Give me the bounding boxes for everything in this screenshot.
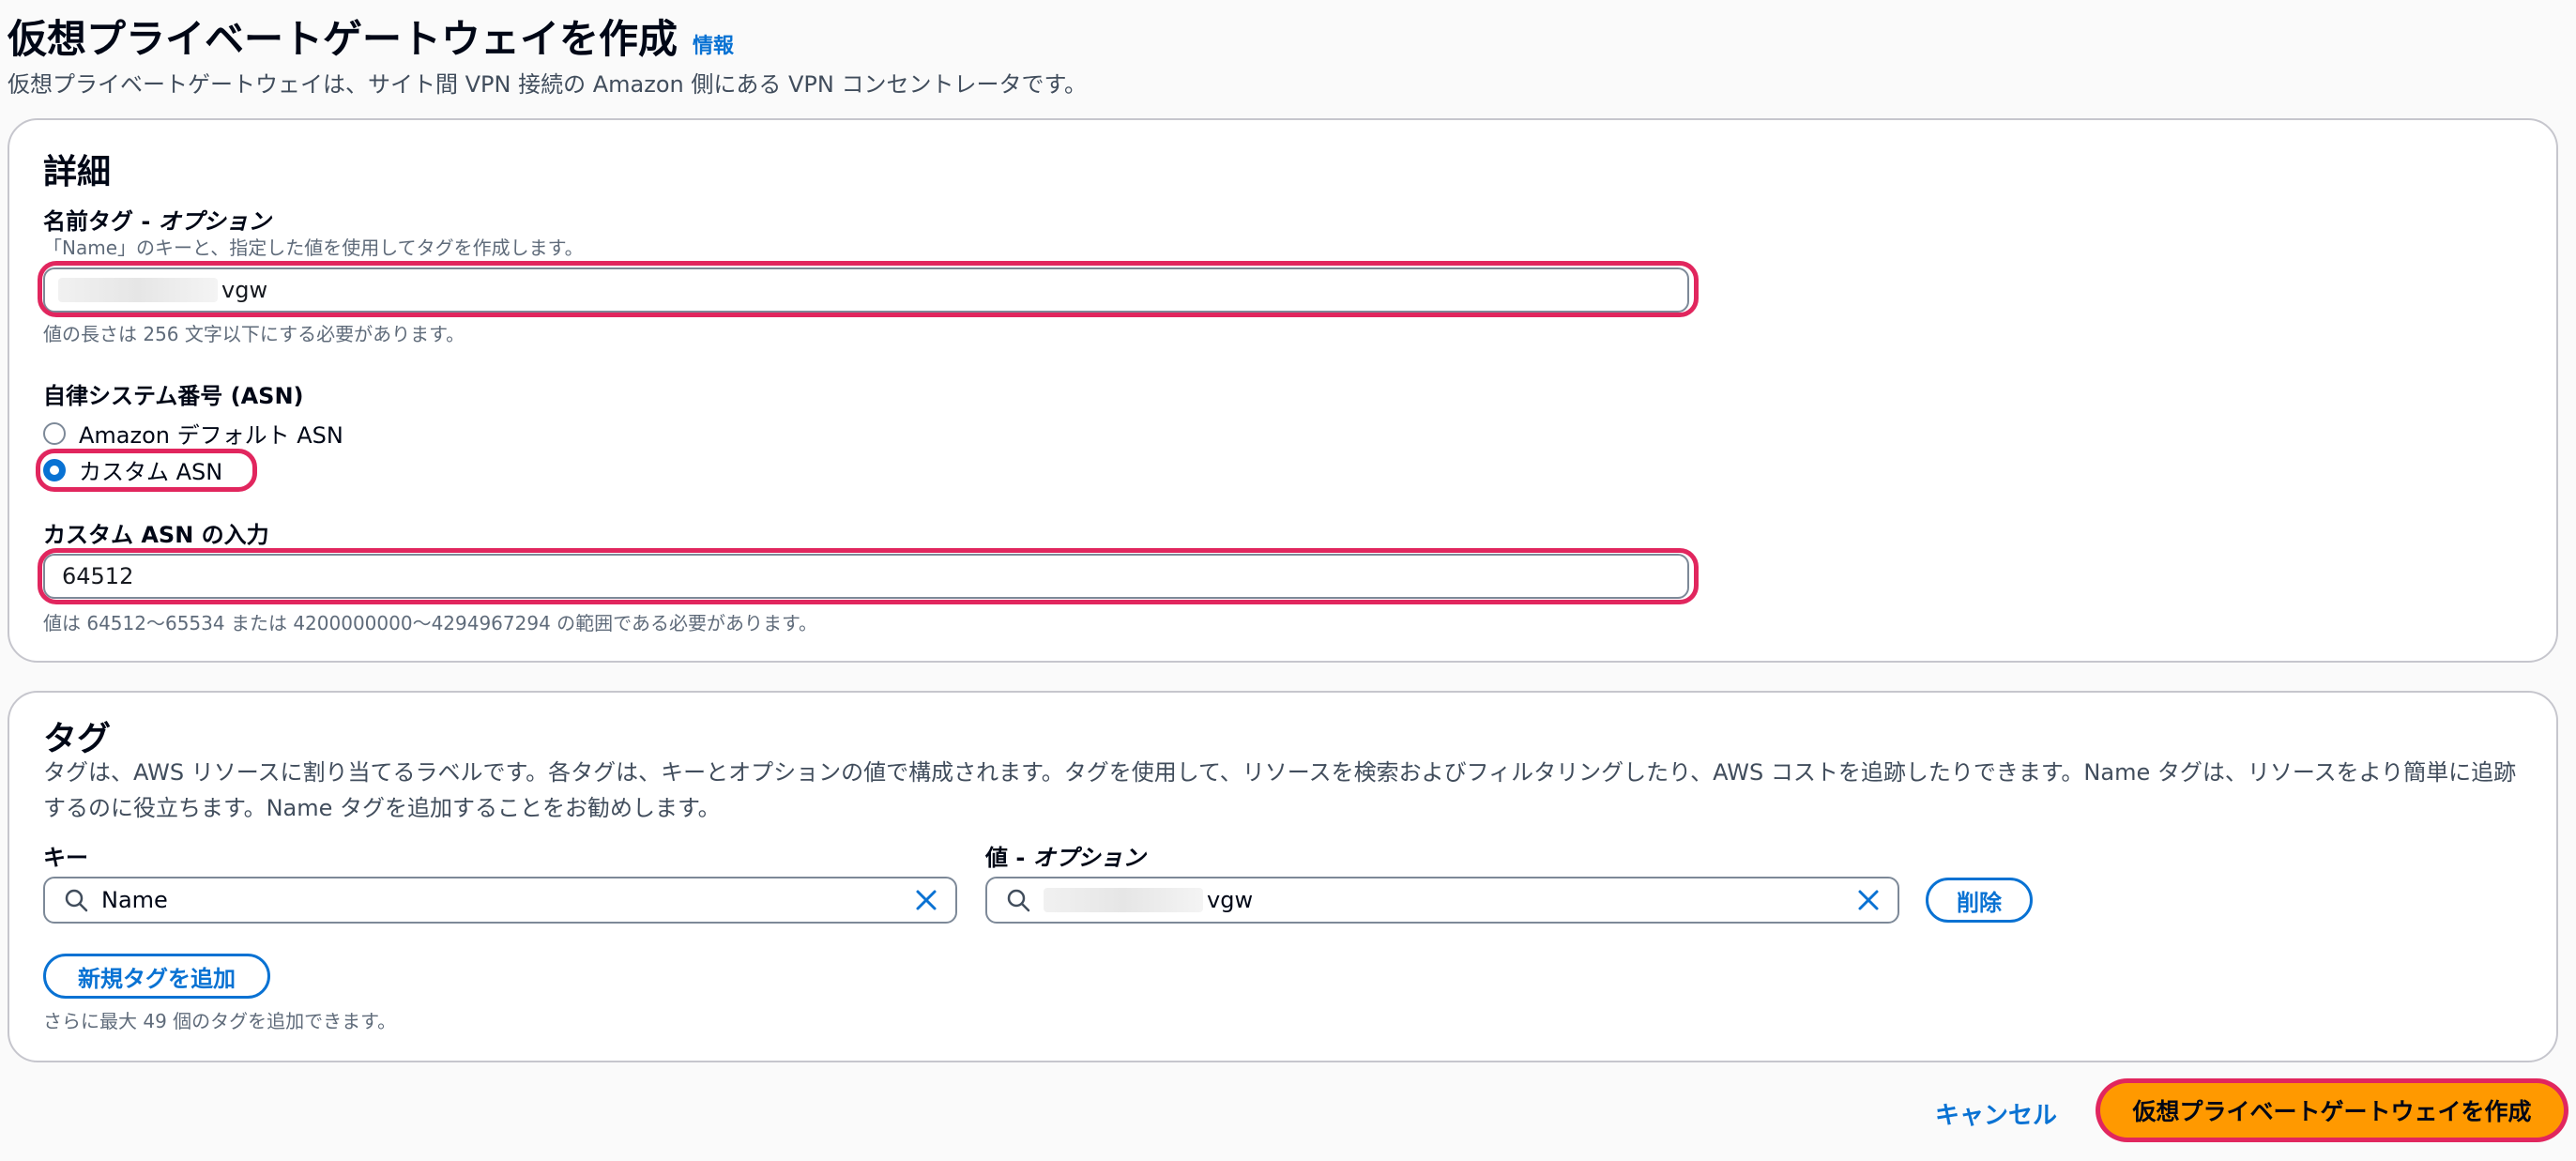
cancel-button[interactable]: キャンセル: [1935, 1096, 2057, 1131]
tags-panel: タグ タグは、AWS リソースに割り当てるラベルです。各タグは、キーとオプション…: [8, 691, 2558, 1062]
radio-amazon-default-asn[interactable]: Amazon デフォルト ASN: [43, 417, 343, 450]
create-vgw-button[interactable]: 仮想プライベートゲートウェイを作成: [2100, 1083, 2564, 1138]
name-tag-description: 「Name」のキーと、指定した値を使用してタグを作成します。: [43, 237, 584, 259]
name-tag-label: 名前タグ - オプション: [43, 208, 271, 235]
highlight-box: [36, 449, 257, 492]
search-icon: [65, 889, 88, 912]
page-title-text: 仮想プライベートゲートウェイを作成: [8, 16, 678, 62]
highlight-box: [38, 261, 1699, 317]
clear-icon[interactable]: [1856, 888, 1881, 912]
tags-heading: タグ: [43, 720, 112, 758]
details-panel: 詳細 名前タグ - オプション 「Name」のキーと、指定した値を使用してタグを…: [8, 118, 2558, 663]
name-tag-constraint: 値の長さは 256 文字以下にする必要があります。: [43, 323, 465, 345]
tag-value-label: 値 - オプション: [985, 845, 1146, 871]
custom-asn-constraint: 値は 64512〜65534 または 4200000000〜4294967294…: [43, 612, 817, 634]
page-title: 仮想プライベートゲートウェイを作成 情報: [8, 8, 734, 65]
remove-tag-button[interactable]: 削除: [1926, 878, 2033, 923]
clear-icon[interactable]: [914, 888, 938, 912]
tag-key-label: キー: [43, 845, 88, 871]
info-link[interactable]: 情報: [693, 29, 734, 59]
radio-label: Amazon デフォルト ASN: [79, 422, 343, 449]
tags-remaining: さらに最大 49 個のタグを追加できます。: [43, 1010, 397, 1032]
tag-key-value: Name: [101, 887, 168, 913]
highlight-box: [38, 548, 1699, 604]
redacted-text: [1044, 888, 1203, 912]
add-tag-button[interactable]: 新規タグを追加: [43, 954, 270, 999]
tag-value-input[interactable]: vgw: [985, 877, 1899, 924]
tag-key-input[interactable]: Name: [43, 877, 957, 924]
tags-description: タグは、AWS リソースに割り当てるラベルです。各タグは、キーとオプションの値で…: [43, 759, 2517, 821]
page-description: 仮想プライベートゲートウェイは、サイト間 VPN 接続の Amazon 側にある…: [8, 71, 1088, 98]
search-icon: [1007, 889, 1030, 912]
custom-asn-label: カスタム ASN の入力: [43, 522, 269, 548]
radio-button[interactable]: [43, 421, 66, 445]
tag-value-value: vgw: [1207, 887, 1254, 913]
asn-label: 自律システム番号 (ASN): [43, 383, 304, 409]
details-heading: 詳細: [43, 153, 112, 191]
